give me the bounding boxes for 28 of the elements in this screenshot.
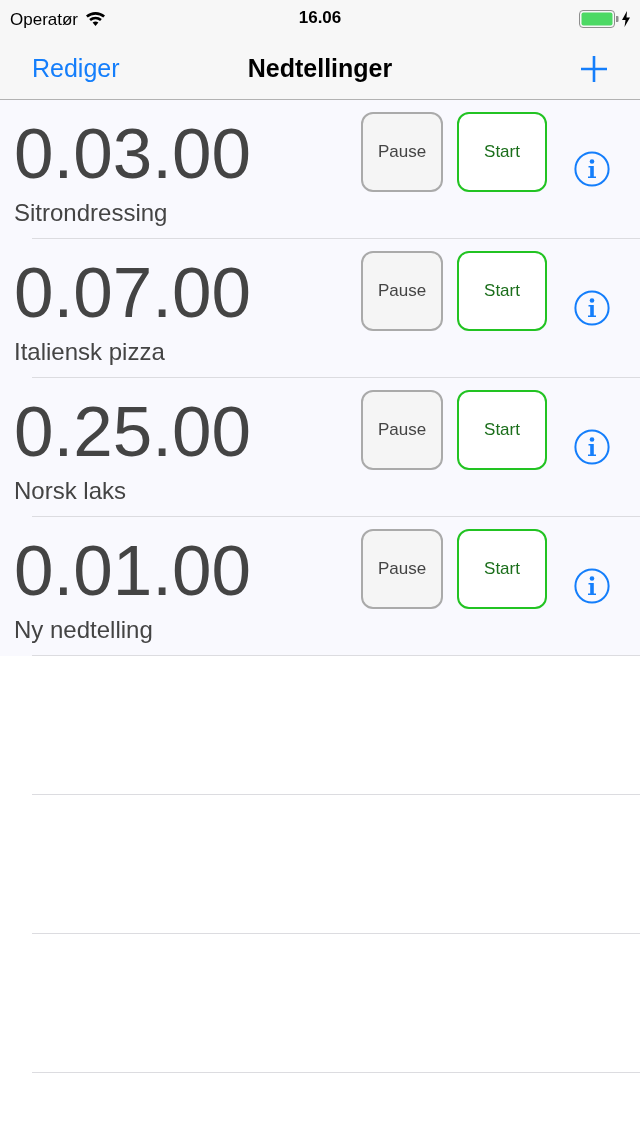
info-button[interactable]	[574, 151, 610, 187]
charging-bolt-icon	[622, 11, 630, 27]
start-button[interactable]: Start	[457, 390, 547, 470]
info-button[interactable]	[574, 429, 610, 465]
pause-button[interactable]: Pause	[361, 390, 443, 470]
start-button[interactable]: Start	[457, 251, 547, 331]
timer-name: Sitrondressing	[14, 201, 169, 225]
start-button[interactable]: Start	[457, 112, 547, 192]
timer-name: Italiensk pizza	[14, 340, 166, 364]
info-button[interactable]	[574, 568, 610, 604]
add-button[interactable]	[580, 54, 608, 83]
countdown-time: 0.03.00	[14, 118, 251, 189]
timer-name: Norsk laks	[14, 479, 128, 503]
wifi-icon	[86, 12, 106, 26]
pause-button[interactable]: Pause	[361, 112, 443, 192]
info-button[interactable]	[574, 290, 610, 326]
countdown-time: 0.25.00	[14, 396, 251, 467]
timer-name: Ny nedtelling	[14, 618, 154, 642]
start-button[interactable]: Start	[457, 529, 547, 609]
status-time: 16.06	[298, 9, 342, 26]
carrier-name: Operatør	[10, 10, 79, 28]
countdown-time: 0.07.00	[14, 257, 251, 328]
countdown-time: 0.01.00	[14, 535, 251, 606]
pause-button[interactable]: Pause	[361, 251, 443, 331]
screen-title: Nedtellinger	[247, 56, 393, 81]
edit-button[interactable]: Rediger	[32, 56, 120, 81]
pause-button[interactable]: Pause	[361, 529, 443, 609]
battery-icon	[579, 10, 619, 28]
